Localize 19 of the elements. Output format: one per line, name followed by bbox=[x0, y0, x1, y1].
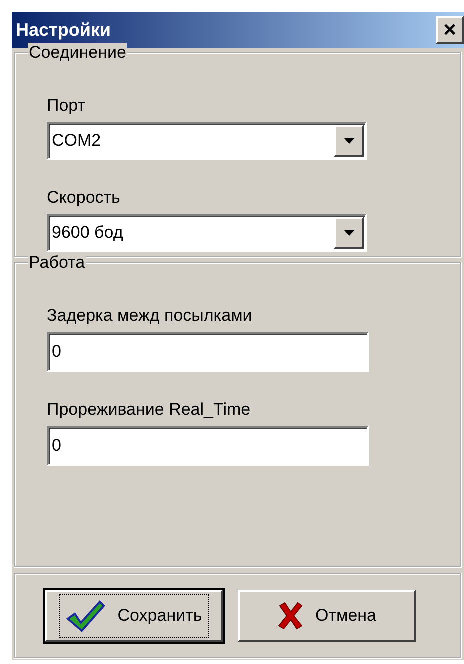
dropdown-field[interactable]: COM2 bbox=[47, 122, 367, 160]
group-title: Соединение bbox=[28, 43, 128, 63]
cancel-button[interactable]: Отмена bbox=[238, 590, 416, 642]
input-field[interactable]: 0 bbox=[47, 332, 369, 372]
field-label: Порт bbox=[47, 96, 87, 116]
close-button[interactable]: × bbox=[436, 16, 464, 44]
checkmark-icon bbox=[66, 599, 106, 633]
field-label: Задерка межд посылками bbox=[47, 306, 254, 326]
input-field[interactable]: 0 bbox=[47, 426, 369, 466]
field-label: Прореживание Real_Time bbox=[47, 400, 252, 420]
dropdown-field[interactable]: 9600 бод bbox=[47, 214, 367, 252]
field-label: Скорость bbox=[47, 188, 122, 208]
caret-icon bbox=[344, 138, 354, 144]
dropdown-arrow-button[interactable] bbox=[334, 217, 364, 249]
save-button[interactable]: Сохранить bbox=[45, 590, 223, 642]
window-title: Настройки bbox=[16, 18, 111, 42]
cross-icon bbox=[278, 602, 304, 630]
caret-icon bbox=[344, 230, 354, 236]
dropdown-arrow-button[interactable] bbox=[334, 125, 364, 157]
